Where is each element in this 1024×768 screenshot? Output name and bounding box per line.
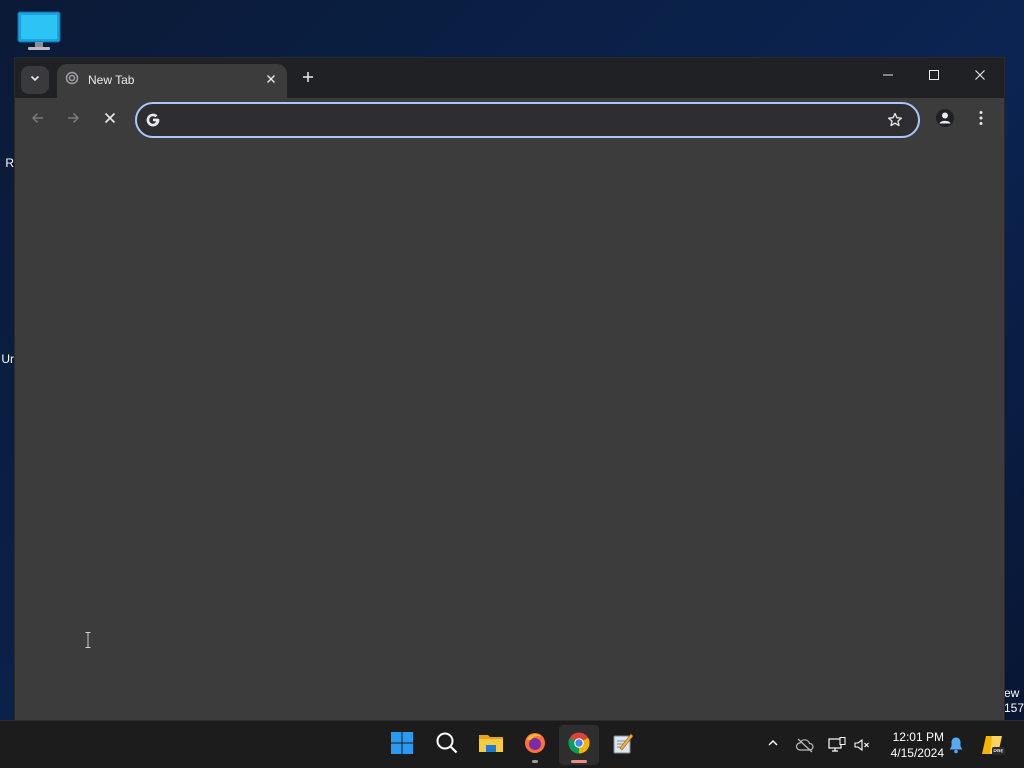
chrome-icon [567, 731, 591, 760]
tab-new-tab[interactable]: New Tab [57, 64, 287, 98]
address-input[interactable] [171, 110, 871, 130]
windows-logo-icon [390, 731, 414, 760]
chrome-button[interactable] [559, 725, 599, 765]
profile-avatar-icon [935, 108, 955, 133]
minimize-button[interactable] [866, 62, 910, 92]
forward-button[interactable] [60, 107, 86, 133]
firefox-button[interactable] [515, 725, 555, 765]
notepad-button[interactable] [603, 725, 643, 765]
file-explorer-button[interactable] [471, 725, 511, 765]
notification-bell-icon[interactable] [946, 735, 966, 755]
stop-loading-button[interactable] [97, 107, 123, 133]
maximize-button[interactable] [912, 62, 956, 92]
new-tab-button[interactable] [297, 68, 319, 90]
arrow-right-icon [66, 111, 80, 130]
firefox-icon [523, 731, 547, 760]
network-icon[interactable] [827, 735, 847, 755]
chevron-down-icon [29, 71, 41, 89]
onedrive-offline-icon[interactable] [795, 735, 815, 755]
volume-muted-icon[interactable] [852, 735, 872, 755]
clock-date: 4/15/2024 [890, 746, 944, 760]
desktop-label-fragment: R [5, 157, 14, 170]
arrow-left-icon [31, 111, 45, 130]
google-g-icon [145, 112, 161, 128]
minimize-icon [882, 68, 894, 86]
taskbar: 12:01 PM 4/15/2024 [0, 720, 1024, 768]
running-indicator [532, 760, 538, 763]
close-icon [974, 68, 986, 86]
browser-window: New Tab [14, 57, 1005, 721]
folder-icon [478, 732, 504, 759]
show-hidden-icons-button[interactable] [763, 735, 783, 755]
desktop-label-fragment: Ur [1, 353, 14, 366]
text-cursor-icon [85, 632, 91, 653]
close-icon [104, 111, 116, 129]
active-indicator [571, 760, 587, 763]
browser-menu-button[interactable] [968, 107, 994, 133]
loading-spinner-icon [65, 71, 79, 85]
taskbar-search-button[interactable] [427, 725, 467, 765]
copilot-preview-icon[interactable] [980, 732, 1006, 758]
desktop-monitor-icon[interactable] [16, 10, 62, 52]
desktop-label-fragment: ew [1004, 687, 1020, 700]
close-window-button[interactable] [958, 62, 1002, 92]
clock-time: 12:01 PM [892, 730, 944, 744]
plus-icon [302, 70, 314, 88]
title-bar: New Tab [15, 58, 1004, 98]
browser-toolbar [15, 98, 1004, 142]
tab-title: New Tab [88, 73, 135, 87]
profile-button[interactable] [932, 107, 958, 133]
desktop-label-fragment: 157 [1004, 702, 1024, 715]
search-icon [435, 731, 459, 760]
page-content[interactable] [15, 142, 1004, 721]
tab-search-button[interactable] [21, 66, 49, 94]
close-tab-icon[interactable] [262, 70, 280, 88]
notepad-pen-icon [611, 731, 635, 760]
more-vertical-icon [979, 110, 983, 131]
taskbar-clock[interactable]: 12:01 PM 4/15/2024 [880, 729, 944, 761]
back-button[interactable] [25, 107, 51, 133]
address-bar[interactable] [135, 102, 920, 138]
maximize-icon [928, 68, 940, 86]
bookmark-star-icon[interactable] [885, 110, 905, 130]
start-button[interactable] [382, 725, 422, 765]
chevron-up-icon [767, 736, 779, 754]
